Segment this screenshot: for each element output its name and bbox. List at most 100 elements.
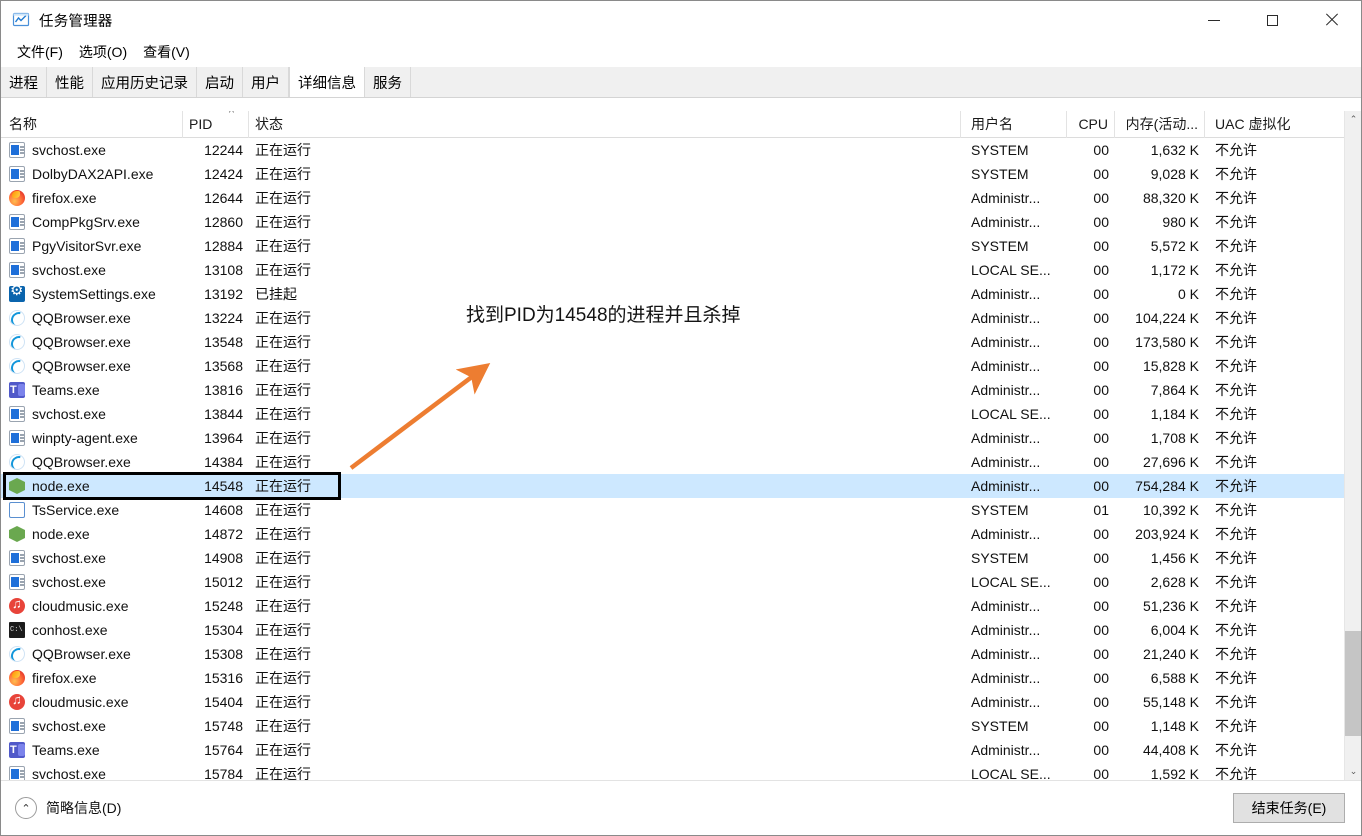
table-row[interactable]: cloudmusic.exe 15404 正在运行 Administr... 00 55,… [1, 690, 1345, 714]
cell-status: 正在运行 [249, 330, 961, 354]
user-label: SYSTEM [971, 166, 1029, 182]
tab-users[interactable]: 用户 [243, 67, 289, 97]
cell-user: Administr... [961, 426, 1067, 450]
table-row[interactable]: node.exe 14548 正在运行 Administr... 00 754,284 K… [1, 474, 1345, 498]
menu-file[interactable]: 文件(F) [9, 40, 71, 64]
column-header-name-label: 名称 [9, 116, 37, 132]
cell-cpu: 00 [1067, 762, 1115, 780]
table-row[interactable]: DolbyDAX2API.exe 12424 正在运行 SYSTEM 00 9,028 K… [1, 162, 1345, 186]
minimize-button[interactable] [1184, 1, 1243, 39]
vertical-scrollbar[interactable]: ⌃ ⌄ [1344, 111, 1361, 780]
cell-cpu: 00 [1067, 210, 1115, 234]
tab-details[interactable]: 详细信息 [289, 67, 365, 97]
table-row[interactable]: svchost.exe 13844 正在运行 LOCAL SE... 00 1,184 K… [1, 402, 1345, 426]
user-label: Administr... [971, 526, 1041, 542]
uac-label: 不允许 [1215, 742, 1257, 758]
pid-label: 13816 [204, 382, 243, 398]
table-row[interactable]: PgyVisitorSvr.exe 12884 正在运行 SYSTEM 00 5,572 … [1, 234, 1345, 258]
tab-strip: 进程 性能 应用历史记录 启动 用户 详细信息 服务 [1, 67, 1361, 98]
scrollbar-thumb[interactable] [1345, 631, 1361, 736]
scroll-down-button[interactable]: ⌄ [1345, 763, 1361, 780]
cell-status: 正在运行 [249, 546, 961, 570]
status-label: 正在运行 [255, 694, 311, 710]
menu-options[interactable]: 选项(O) [71, 40, 135, 64]
table-row[interactable]: conhost.exe 15304 正在运行 Administr... 00 6,004 … [1, 618, 1345, 642]
table-row[interactable]: QQBrowser.exe 15308 正在运行 Administr... 00 21,2… [1, 642, 1345, 666]
scroll-up-button[interactable]: ⌃ [1345, 111, 1361, 128]
chevron-up-icon: ⌃ [15, 797, 37, 819]
table-row[interactable]: SystemSettings.exe 13192 已挂起 Administr... 00… [1, 282, 1345, 306]
tab-services[interactable]: 服务 [365, 67, 411, 97]
cell-pid: 12860 [183, 210, 249, 234]
uac-label: 不允许 [1215, 142, 1257, 158]
menu-view[interactable]: 查看(V) [135, 40, 198, 64]
process-name-label: svchost.exe [32, 550, 106, 566]
column-header-username[interactable]: 用户名 [961, 110, 1067, 138]
user-label: Administr... [971, 382, 1041, 398]
status-label: 正在运行 [255, 238, 311, 254]
cell-user: SYSTEM [961, 138, 1067, 162]
cell-name: CompPkgSrv.exe [1, 210, 183, 234]
end-task-button[interactable]: 结束任务(E) [1233, 793, 1345, 823]
column-header-status[interactable]: 状态 [249, 110, 961, 138]
cpu-label: 00 [1093, 694, 1109, 710]
table-row[interactable]: QQBrowser.exe 13568 正在运行 Administr... 00 15,8… [1, 354, 1345, 378]
column-header-name[interactable]: 名称 [1, 110, 183, 138]
tab-startup[interactable]: 启动 [197, 67, 243, 97]
table-row[interactable]: svchost.exe 13108 正在运行 LOCAL SE... 00 1,172 K… [1, 258, 1345, 282]
tab-performance[interactable]: 性能 [47, 67, 93, 97]
process-name-label: node.exe [32, 526, 90, 542]
fewer-details-button[interactable]: ⌃ 简略信息(D) [15, 797, 121, 819]
node-icon [9, 478, 25, 494]
cell-name: PgyVisitorSvr.exe [1, 234, 183, 258]
uac-label: 不允许 [1215, 286, 1257, 302]
mem-label: 1,184 K [1150, 406, 1199, 422]
cell-uac: 不允许 [1205, 186, 1345, 210]
process-name-label: svchost.exe [32, 574, 106, 590]
table-row[interactable]: firefox.exe 12644 正在运行 Administr... 00 88,320… [1, 186, 1345, 210]
column-header-pid[interactable]: PID ^ [183, 110, 249, 138]
cell-uac: 不允许 [1205, 162, 1345, 186]
cell-pid: 15404 [183, 690, 249, 714]
close-button[interactable] [1302, 1, 1361, 39]
column-header-uac[interactable]: UAC 虚拟化 [1205, 110, 1345, 138]
table-row[interactable]: QQBrowser.exe 13224 正在运行 Administr... 00 104,… [1, 306, 1345, 330]
cell-pid: 15748 [183, 714, 249, 738]
table-row[interactable]: QQBrowser.exe 13548 正在运行 Administr... 00 173,… [1, 330, 1345, 354]
maximize-button[interactable] [1243, 1, 1302, 39]
cell-uac: 不允许 [1205, 450, 1345, 474]
table-row[interactable]: svchost.exe 15012 正在运行 LOCAL SE... 00 2,628 K… [1, 570, 1345, 594]
table-row[interactable]: svchost.exe 15748 正在运行 SYSTEM 00 1,148 K 不允许 [1, 714, 1345, 738]
cell-user: Administr... [961, 522, 1067, 546]
cell-cpu: 00 [1067, 738, 1115, 762]
status-label: 正在运行 [255, 454, 311, 470]
svchost-icon [9, 238, 25, 254]
table-row[interactable]: QQBrowser.exe 14384 正在运行 Administr... 00 27,6… [1, 450, 1345, 474]
task-manager-icon [12, 11, 30, 29]
table-row[interactable]: winpty-agent.exe 13964 正在运行 Administr... 00 1… [1, 426, 1345, 450]
process-name-label: firefox.exe [32, 670, 97, 686]
table-row[interactable]: node.exe 14872 正在运行 Administr... 00 203,924 K… [1, 522, 1345, 546]
process-list[interactable]: svchost.exe 12244 正在运行 SYSTEM 00 1,632 K 不允许 Do… [1, 138, 1345, 780]
column-header-cpu[interactable]: CPU [1067, 110, 1115, 138]
pid-label: 12424 [204, 166, 243, 182]
table-row[interactable]: svchost.exe 14908 正在运行 SYSTEM 00 1,456 K 不允许 [1, 546, 1345, 570]
column-header-memory[interactable]: 内存(活动... [1115, 110, 1205, 138]
tab-processes[interactable]: 进程 [1, 67, 47, 97]
table-row[interactable]: firefox.exe 15316 正在运行 Administr... 00 6,588 … [1, 666, 1345, 690]
status-label: 正在运行 [255, 598, 311, 614]
table-row[interactable]: svchost.exe 15784 正在运行 LOCAL SE... 00 1,592 K… [1, 762, 1345, 780]
table-row[interactable]: Teams.exe 15764 正在运行 Administr... 00 44,408 K… [1, 738, 1345, 762]
tab-app-history[interactable]: 应用历史记录 [93, 67, 197, 97]
pid-label: 12884 [204, 238, 243, 254]
table-row[interactable]: CompPkgSrv.exe 12860 正在运行 Administr... 00 980… [1, 210, 1345, 234]
table-row[interactable]: svchost.exe 12244 正在运行 SYSTEM 00 1,632 K 不允许 [1, 138, 1345, 162]
uac-label: 不允许 [1215, 646, 1257, 662]
table-row[interactable]: cloudmusic.exe 15248 正在运行 Administr... 00 51,… [1, 594, 1345, 618]
table-row[interactable]: Teams.exe 13816 正在运行 Administr... 00 7,864 K 不… [1, 378, 1345, 402]
mem-label: 15,828 K [1142, 358, 1199, 374]
status-label: 正在运行 [255, 478, 311, 494]
uac-label: 不允许 [1215, 502, 1257, 518]
cell-cpu: 00 [1067, 258, 1115, 282]
table-row[interactable]: TsService.exe 14608 正在运行 SYSTEM 01 10,392 K 不允… [1, 498, 1345, 522]
